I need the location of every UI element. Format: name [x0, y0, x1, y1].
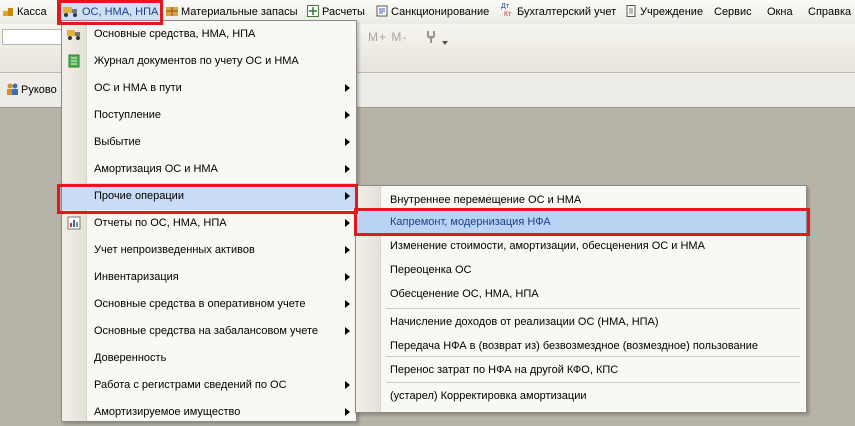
menubar-item-buhuchet[interactable]: Дт Кт Бухгалтерский учет: [501, 3, 616, 21]
menubar-item-sanktsionirovanie[interactable]: Санкционирование: [376, 3, 489, 21]
chevron-right-icon: [345, 165, 350, 173]
menu-separator: [386, 356, 800, 357]
highlight-box-kapremont: [354, 208, 810, 236]
kt-label: Кт: [504, 11, 512, 18]
menu-item[interactable]: ОС и НМА в пути: [62, 75, 356, 102]
submenu-item[interactable]: Перенос затрат по НФА на другой КФО, КПС: [356, 358, 806, 382]
menubar-label: Окна: [767, 6, 793, 18]
chevron-right-icon: [345, 408, 350, 416]
chevron-right-icon: [345, 219, 350, 227]
menu-item-label: Журнал документов по учету ОС и НМА: [94, 55, 299, 67]
menubar-label: Касса: [17, 6, 47, 18]
menu-item-label: Доверенность: [94, 352, 167, 364]
submenu-item-label: Начисление доходов от реализации ОС (НМА…: [390, 316, 659, 328]
menubar-label: Расчеты: [322, 6, 365, 18]
document-icon: [626, 5, 636, 17]
chevron-right-icon: [345, 300, 350, 308]
chevron-right-icon: [345, 327, 350, 335]
menubar-label: Материальные запасы: [181, 6, 298, 18]
submenu-item-label: Передача НФА в (возврат из) безвозмездно…: [390, 340, 759, 352]
menubar-item-materials[interactable]: Материальные запасы: [166, 3, 298, 21]
menubar-item-kassa[interactable]: Касса: [2, 3, 47, 21]
chevron-right-icon: [345, 381, 350, 389]
menu-item-label: Амортизируемое имущество: [94, 406, 241, 418]
menu-item[interactable]: Доверенность: [62, 345, 356, 372]
menubar-item-servis[interactable]: Сервис: [714, 3, 752, 21]
submenu-item-label: Обесценение ОС, НМА, НПА: [390, 288, 539, 300]
menu-item-label: Основные средства на забалансовом учете: [94, 325, 318, 337]
submenu-item[interactable]: (устарел) Корректировка амортизации: [356, 384, 806, 408]
menubar-label: Санкционирование: [391, 6, 490, 18]
submenu-item[interactable]: Переоценка ОС: [356, 258, 806, 282]
wrench-icon[interactable]: [424, 30, 438, 44]
submenu-item-label: Внутреннее перемещение ОС и НМА: [390, 194, 582, 206]
submenu-item-label: Переоценка ОС: [390, 264, 472, 276]
chevron-right-icon: [345, 138, 350, 146]
menu-item[interactable]: Основные средства в оперативном учете: [62, 291, 356, 318]
boxes-icon: [166, 7, 178, 16]
menu-item[interactable]: Работа с регистрами сведений по ОС: [62, 372, 356, 399]
highlight-box-menubar: [57, 0, 163, 25]
menu-item[interactable]: Учет непроизведенных активов: [62, 237, 356, 264]
menu-item[interactable]: Основные средства, НМА, НПА: [62, 21, 356, 48]
menu-item-label: Основные средства в оперативном учете: [94, 298, 306, 310]
menu-separator: [386, 308, 800, 309]
menu-item-label: Учет непроизведенных активов: [94, 244, 255, 256]
menu-item[interactable]: Основные средства на забалансовом учете: [62, 318, 356, 345]
dt-kt-icon: Дт Кт: [501, 3, 513, 19]
menu-item[interactable]: Амортизация ОС и НМА: [62, 156, 356, 183]
menu-item-label: Работа с регистрами сведений по ОС: [94, 379, 287, 391]
submenu-item-label: Перенос затрат по НФА на другой КФО, КПС: [390, 364, 619, 376]
menu-item-label: Основные средства, НМА, НПА: [94, 28, 256, 40]
menubar-label: Учреждение: [640, 6, 704, 18]
menu-item[interactable]: Поступление: [62, 102, 356, 129]
calculator-icon: [307, 5, 319, 17]
stamp-icon: [376, 5, 388, 17]
menubar-label: Сервис: [714, 6, 752, 18]
panel-tab-rukovoditel[interactable]: Руково: [6, 83, 57, 96]
menu-item[interactable]: Инвентаризация: [62, 264, 356, 291]
menubar-item-okna[interactable]: Окна: [767, 3, 793, 21]
journal-icon: [68, 54, 80, 68]
menu-item[interactable]: Журнал документов по учету ОС и НМА: [62, 48, 356, 75]
submenu-item[interactable]: Начисление доходов от реализации ОС (НМА…: [356, 310, 806, 334]
submenu-item[interactable]: Передача НФА в (возврат из) безвозмездно…: [356, 334, 806, 358]
menubar-item-spravka[interactable]: Справка: [808, 3, 851, 21]
coins-icon: [3, 8, 13, 16]
truck-icon: [67, 30, 80, 40]
menubar-item-uchrezhdenie[interactable]: Учреждение: [625, 3, 703, 21]
menubar-label: Справка: [808, 6, 852, 18]
menu-item-label: Отчеты по ОС, НМА, НПА: [94, 217, 227, 229]
people-icon: [7, 83, 18, 95]
menu-item[interactable]: Отчеты по ОС, НМА, НПА: [62, 210, 356, 237]
submenu-item-label: (устарел) Корректировка амортизации: [390, 390, 587, 402]
menu-item-label: ОС и НМА в пути: [94, 82, 182, 94]
menu-item[interactable]: Выбытие: [62, 129, 356, 156]
menu-item-label: Инвентаризация: [94, 271, 179, 283]
os-nma-npa-menu: Основные средства, НМА, НПА Журнал докуме…: [61, 20, 357, 422]
memory-buttons[interactable]: M+ M-: [368, 30, 407, 44]
submenu-item-label: Изменение стоимости, амортизации, обесце…: [390, 240, 705, 252]
menu-item-label: Амортизация ОС и НМА: [94, 163, 218, 175]
submenu-item[interactable]: Изменение стоимости, амортизации, обесце…: [356, 234, 806, 258]
toolbar-field[interactable]: [2, 29, 62, 45]
report-icon: [67, 216, 81, 230]
chevron-right-icon: [345, 111, 350, 119]
chevron-right-icon: [345, 246, 350, 254]
menubar-label: Бухгалтерский учет: [517, 6, 617, 18]
menubar-item-raschety[interactable]: Расчеты: [307, 3, 365, 21]
dt-label: Дт: [501, 3, 509, 10]
chevron-right-icon: [345, 84, 350, 92]
menu-item-label: Выбытие: [94, 136, 141, 148]
menu-separator: [386, 382, 800, 383]
menu-item-label: Поступление: [94, 109, 162, 121]
chevron-down-icon[interactable]: [442, 41, 448, 45]
panel-tab-label: Руково: [21, 84, 57, 96]
submenu-item[interactable]: Обесценение ОС, НМА, НПА: [356, 282, 806, 306]
menu-item[interactable]: Амортизируемое имущество: [62, 399, 356, 426]
highlight-box-prochie: [57, 184, 358, 214]
chevron-right-icon: [345, 273, 350, 281]
